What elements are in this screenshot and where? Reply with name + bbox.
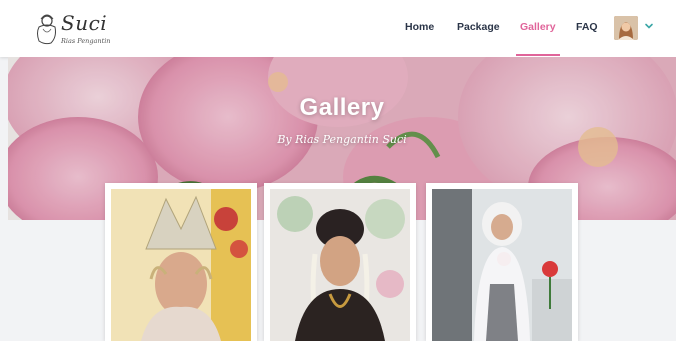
bride-photo-image — [111, 189, 251, 341]
nav-home[interactable]: Home — [405, 21, 434, 33]
gallery-card-1[interactable] — [105, 183, 257, 341]
navbar: Suci Rias Pengantin Home Package Gallery… — [0, 0, 676, 57]
hero-title: Gallery — [299, 94, 385, 121]
hero-subtitle: By Rias Pengantin Suci — [277, 133, 407, 146]
bride-photo-image — [270, 189, 410, 341]
nav-gallery[interactable]: Gallery — [516, 21, 560, 56]
brand-tagline: Rias Pengantin — [61, 37, 111, 45]
nav-faq[interactable]: FAQ — [576, 21, 598, 33]
nav-package[interactable]: Package — [457, 21, 500, 33]
chevron-down-icon[interactable] — [644, 21, 654, 31]
gallery-photo-3[interactable] — [432, 189, 572, 341]
gallery-card-2[interactable] — [264, 183, 416, 341]
avatar-image — [614, 16, 638, 40]
bride-photo-image — [432, 189, 572, 341]
avatar[interactable] — [614, 16, 638, 40]
brand-name: Suci — [61, 11, 108, 35]
brand-logo[interactable]: Suci Rias Pengantin — [33, 9, 113, 49]
bride-silhouette-icon — [37, 14, 56, 45]
gallery-photo-1[interactable] — [111, 189, 251, 341]
gallery-card-3[interactable] — [426, 183, 578, 341]
gallery-photo-2[interactable] — [270, 189, 410, 341]
